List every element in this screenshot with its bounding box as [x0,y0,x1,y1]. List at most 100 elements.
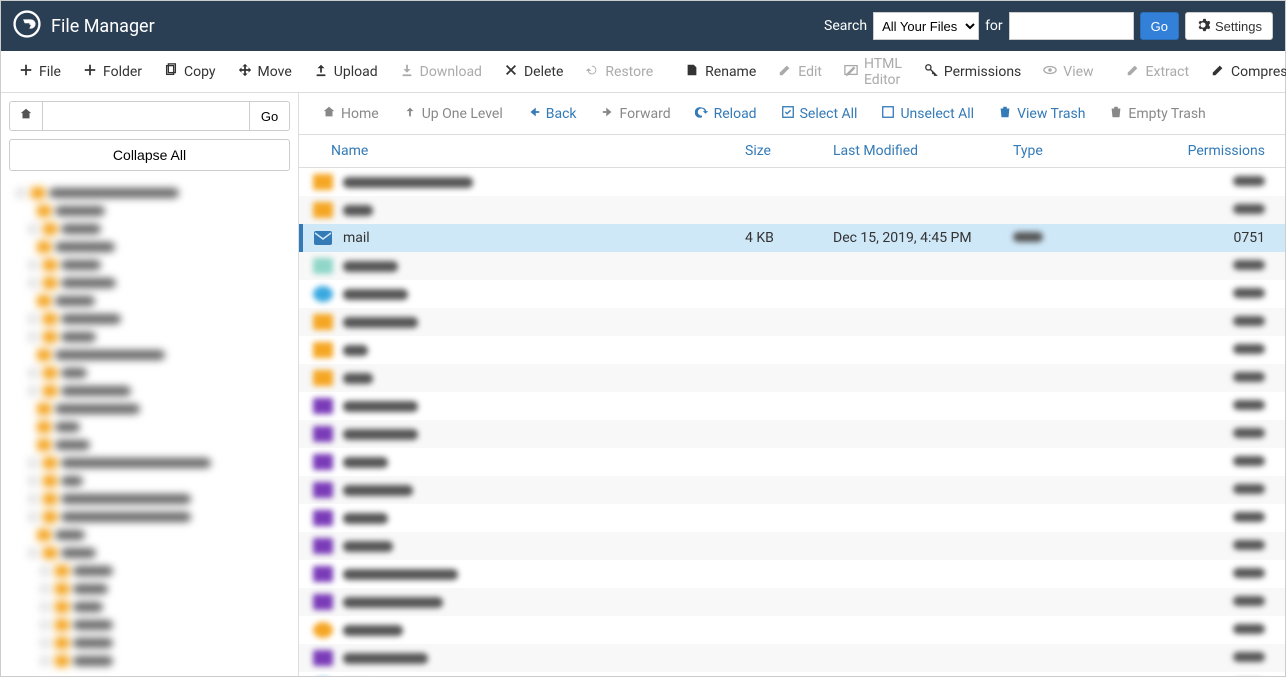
plus-icon [19,63,33,81]
move-button[interactable]: Move [228,57,302,87]
download-icon [400,63,414,81]
table-row-selected[interactable]: mail 4 KB Dec 15, 2019, 4:45 PM 0751 [299,224,1285,252]
search-input[interactable] [1009,12,1134,40]
nav-view-trash[interactable]: View Trash [989,100,1094,128]
move-icon [238,63,252,81]
nav-toolbar: Home Up One Level Back Forward Reload Se… [299,93,1285,135]
cpanel-logo-icon [13,10,51,42]
nav-unselect-all[interactable]: Unselect All [872,100,983,128]
forward-icon [601,105,615,123]
table-row[interactable] [299,504,1285,532]
table-row[interactable] [299,644,1285,672]
table-row[interactable] [299,196,1285,224]
col-name[interactable]: Name [313,143,745,159]
file-table[interactable]: mail 4 KB Dec 15, 2019, 4:45 PM 0751 [299,168,1285,676]
rename-button[interactable]: Rename [675,57,766,87]
restore-icon [585,63,599,81]
table-row[interactable] [299,252,1285,280]
extract-button[interactable]: Extract [1116,57,1199,87]
upload-button[interactable]: Upload [304,57,388,87]
nav-back[interactable]: Back [518,100,586,128]
gear-icon [1196,18,1210,35]
new-folder-button[interactable]: Folder [73,57,152,87]
header-search: Search All Your Files for Go Settings [824,12,1273,40]
table-row[interactable] [299,392,1285,420]
table-row[interactable] [299,448,1285,476]
html-editor-button[interactable]: HTML Editor [834,50,912,94]
search-scope-select[interactable]: All Your Files [873,12,979,40]
permissions-button[interactable]: Permissions [914,57,1031,87]
extract-icon [1126,63,1140,81]
collapse-all-button[interactable]: Collapse All [9,139,290,171]
app-header: File Manager Search All Your Files for G… [1,1,1285,51]
table-header: Name Size Last Modified Type Permissions [299,135,1285,168]
nav-up[interactable]: Up One Level [394,100,512,128]
row-size: 4 KB [745,230,833,246]
col-modified[interactable]: Last Modified [833,143,1013,159]
main-toolbar: File Folder Copy Move Upload Download De… [1,51,1285,93]
search-label: Search [824,18,867,34]
compress-icon [1211,63,1225,81]
up-icon [403,105,417,123]
plus-icon [83,63,97,81]
copy-icon [164,63,178,81]
path-go-button[interactable]: Go [250,101,290,131]
nav-home[interactable]: Home [313,100,388,128]
row-modified: Dec 15, 2019, 4:45 PM [833,230,1013,246]
path-row: Go [9,101,290,131]
html-editor-icon [844,63,858,81]
row-permissions: 0751 [1173,230,1271,246]
col-permissions[interactable]: Permissions [1173,143,1271,159]
table-row[interactable] [299,280,1285,308]
copy-button[interactable]: Copy [154,57,226,87]
col-type[interactable]: Type [1013,143,1173,159]
trash-icon [998,105,1012,123]
table-row[interactable] [299,308,1285,336]
home-button[interactable] [9,101,43,131]
trash-icon [1109,105,1123,123]
col-size[interactable]: Size [745,143,833,159]
restore-button[interactable]: Restore [575,57,663,87]
eye-icon [1043,63,1057,81]
home-icon [322,105,336,123]
table-row[interactable] [299,532,1285,560]
back-icon [527,105,541,123]
left-sidebar: Go Collapse All [1,93,299,676]
path-input[interactable] [43,101,250,131]
table-row[interactable] [299,560,1285,588]
table-row[interactable] [299,672,1285,676]
compress-button[interactable]: Compress [1201,57,1286,87]
new-file-button[interactable]: File [9,57,71,87]
table-row[interactable] [299,420,1285,448]
table-row[interactable] [299,588,1285,616]
delete-button[interactable]: Delete [494,57,573,87]
folder-tree[interactable] [9,179,290,668]
right-panel: Home Up One Level Back Forward Reload Se… [299,93,1285,676]
table-row[interactable] [299,616,1285,644]
nav-forward[interactable]: Forward [592,100,680,128]
table-row[interactable] [299,364,1285,392]
edit-icon [778,63,792,81]
nav-select-all[interactable]: Select All [772,100,867,128]
rename-icon [685,63,699,81]
download-button[interactable]: Download [390,57,492,87]
upload-icon [314,63,328,81]
table-row[interactable] [299,168,1285,196]
main-area: Go Collapse All [1,93,1285,676]
search-go-button[interactable]: Go [1140,12,1179,40]
square-icon [881,105,895,123]
app-title: File Manager [51,16,824,37]
key-icon [924,63,938,81]
table-row[interactable] [299,476,1285,504]
nav-empty-trash[interactable]: Empty Trash [1100,100,1214,128]
table-row[interactable] [299,336,1285,364]
view-button[interactable]: View [1033,57,1103,87]
mail-icon [313,230,333,246]
reload-icon [695,105,709,123]
home-icon [19,107,33,125]
row-name: mail [343,230,370,246]
settings-button[interactable]: Settings [1185,12,1273,40]
delete-icon [504,63,518,81]
nav-reload[interactable]: Reload [686,100,766,128]
edit-button[interactable]: Edit [768,57,832,87]
